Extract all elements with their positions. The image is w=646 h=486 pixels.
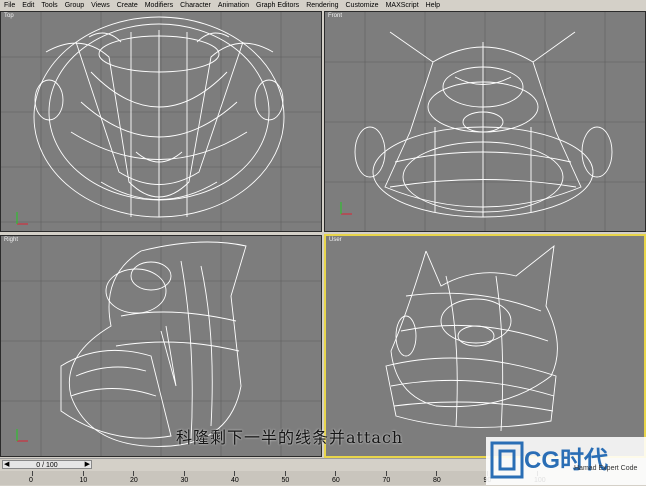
- viewport-label-front: Front: [328, 13, 343, 19]
- ruler-tick-label: 40: [231, 477, 239, 484]
- ruler-tick-label: 80: [433, 477, 441, 484]
- menu-item-rendering[interactable]: Rendering: [306, 2, 338, 9]
- ruler-tick-label: 0: [29, 477, 33, 484]
- menu-item-maxscript[interactable]: MAXScript: [386, 2, 419, 9]
- menu-item-help[interactable]: Help: [426, 2, 440, 9]
- menu-item-modifiers[interactable]: Modifiers: [145, 2, 173, 9]
- top-wireframe: [1, 12, 321, 231]
- ruler-tick: [284, 471, 286, 476]
- menu-item-tools[interactable]: Tools: [41, 2, 57, 9]
- viewport-label-user: User: [329, 237, 342, 243]
- viewport-top[interactable]: Top: [0, 11, 322, 232]
- ruler-tick: [32, 471, 33, 476]
- user-wireframe: [385, 244, 558, 432]
- ruler-tick: [82, 471, 84, 476]
- time-bar: ◀ 0 / 100 ▶ 0102030405060708090100: [0, 458, 546, 486]
- menu-item-animation[interactable]: Animation: [218, 2, 249, 9]
- time-slider-value: 0 / 100: [36, 462, 58, 469]
- menu-item-file[interactable]: File: [4, 2, 15, 9]
- timeline-ruler[interactable]: 0102030405060708090100: [0, 471, 546, 485]
- front-wireframe: [325, 12, 645, 231]
- ruler-tick: [133, 471, 134, 476]
- cg-logo: CG时代: [486, 437, 646, 485]
- ruler-tick: [335, 471, 336, 476]
- time-slider[interactable]: ◀ 0 / 100 ▶: [2, 460, 92, 469]
- menu-item-customize[interactable]: Customize: [346, 2, 379, 9]
- tutorial-caption: 科隆剩下一半的线条并attach: [176, 428, 404, 447]
- viewport-label-top: Top: [4, 13, 14, 19]
- viewport-front[interactable]: Front: [324, 11, 646, 232]
- menu-bar: File Edit Tools Group Views Create Modifiers Ch…: [0, 0, 646, 11]
- ruler-tick: [183, 471, 185, 476]
- slider-right-arrow-icon[interactable]: ▶: [85, 460, 90, 469]
- menu-item-graph-editors[interactable]: Graph Editors: [256, 2, 299, 9]
- watermark-text: Hamad Expert Code: [574, 465, 638, 472]
- ruler-tick-label: 30: [180, 477, 189, 484]
- menu-item-views[interactable]: Views: [91, 2, 110, 9]
- ruler-tick: [234, 471, 235, 476]
- ruler-tick-label: 60: [332, 477, 340, 484]
- menu-item-create[interactable]: Create: [117, 2, 138, 9]
- menu-item-group[interactable]: Group: [65, 2, 84, 9]
- ruler-tick-label: 10: [79, 477, 88, 484]
- menu-item-character[interactable]: Character: [180, 2, 211, 9]
- slider-left-arrow-icon[interactable]: ◀: [4, 460, 9, 469]
- ruler-tick: [436, 471, 437, 476]
- ruler-tick-label: 50: [281, 477, 290, 484]
- ruler-tick-label: 20: [130, 477, 138, 484]
- viewport-label-right: Right: [4, 237, 19, 243]
- cg-logo-icon: [490, 441, 524, 479]
- ruler-tick-label: 70: [382, 477, 391, 484]
- menu-item-edit[interactable]: Edit: [22, 2, 34, 9]
- ruler-tick: [385, 471, 387, 476]
